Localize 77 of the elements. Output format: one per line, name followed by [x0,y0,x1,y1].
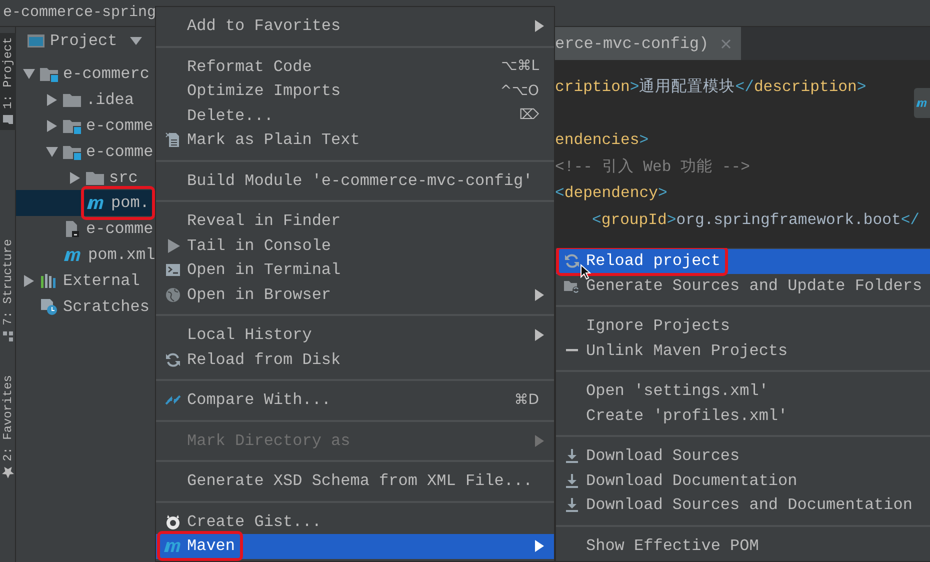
terminal-icon [165,262,181,278]
download-icon [564,497,580,514]
module-folder-icon [39,66,59,82]
shortcut-label: ⌦ [519,106,539,126]
code-line: <dependency> [555,183,668,204]
module-folder-icon [62,144,82,160]
menu-item[interactable]: Mark as Plain Text [156,128,554,152]
floating-toolbar[interactable] [914,88,930,118]
code-line: cription>通用配置模块</description> [555,77,868,98]
star-icon [2,466,14,479]
code-line: <!-- 引入 Web 功能 --> [555,156,752,178]
dropdown-caret-icon [130,36,142,45]
tree-item[interactable]: .idea [16,86,155,113]
refresh-icon [165,352,181,368]
refresh-icon [564,253,580,270]
menu-item[interactable]: Download Sources [556,444,930,468]
menu-item[interactable]: Show Effective POM [556,534,930,558]
mouse-cursor-icon [580,264,591,280]
menu-item[interactable]: Reload from Disk [156,348,554,372]
menu-item[interactable]: Open in Browser [156,282,554,307]
folder-icon [85,170,105,186]
menu-item[interactable]: Download Documentation [556,468,930,493]
module-folder-icon [62,118,82,134]
folder-icon [2,114,14,126]
tool-window-tab[interactable]: 1: Project [0,33,16,130]
tree-item[interactable]: e-comme [16,216,155,242]
document-icon [165,132,181,148]
menu-item[interactable]: Open 'settings.xml' [556,379,930,404]
shortcut-label: ⌘D [514,390,539,410]
menu-item[interactable]: Optimize Imports ^⌥O [156,79,554,104]
tree-item[interactable]: Scratches [16,294,155,320]
panel-title: Project [50,31,118,52]
menu-item[interactable]: Maven [156,534,554,558]
tree-arrow-icon[interactable] [47,120,57,132]
tree-item[interactable]: e-commerc [16,61,155,87]
code-line: <groupId>org.springframework.boot</ [592,210,921,231]
menu-item[interactable]: Open in Terminal [156,258,554,282]
tool-window-tab[interactable]: 7: Structure [0,235,16,346]
tree-arrow-icon[interactable] [47,94,57,106]
menu-item[interactable]: Reveal in Finder [156,209,554,234]
shortcut-label: ^⌥O [500,82,539,101]
cat-icon [165,514,181,530]
tree-item[interactable]: src [16,164,155,190]
menu-item[interactable]: Generate Sources and Update Folders [556,274,930,298]
menu-item[interactable]: Delete... ⌦ [156,104,554,128]
shortcut-label: ⌥⌘L [501,57,539,76]
download-icon [564,472,580,489]
tree-arrow-icon[interactable] [24,275,34,288]
folder-icon [62,92,82,108]
play-icon [165,238,181,254]
scratch-file-icon [39,298,59,315]
tree-item[interactable]: e-comme [16,138,155,165]
tree-arrow-icon[interactable] [70,172,80,184]
menu-item[interactable]: Local History [156,323,554,348]
menu-item[interactable]: Ignore Projects [556,314,930,338]
structure-icon [2,330,14,342]
close-icon [720,38,731,48]
menu-item[interactable]: Reload project [556,249,930,274]
menu-item[interactable]: Tail in Console [156,234,554,258]
menu-item[interactable]: Unlink Maven Projects [556,338,930,363]
menu-item[interactable]: Create Gist... [156,510,554,534]
globe-icon [165,286,181,303]
tool-window-tab[interactable]: 2: Favorites [0,371,16,483]
code-line: endencies> [555,130,650,152]
tree-item[interactable]: pom.xml [16,242,155,268]
menu-item[interactable]: Build Module 'e-commerce-mvc-config' [156,168,554,193]
project-icon [27,33,45,49]
menu-item[interactable]: Generate XSD Schema from XML File... [156,469,554,494]
menu-item[interactable]: Create 'profiles.xml' [556,404,930,428]
tree-arrow-icon[interactable] [23,68,35,79]
tree-item[interactable]: External [16,268,155,294]
menu-item[interactable]: Compare With... ⌘D [156,388,554,412]
tree-item[interactable]: e-comme [16,112,155,139]
download-icon [564,448,580,464]
minus-icon [566,349,578,352]
menu-item[interactable]: Download Sources and Documentation [556,493,930,518]
tree-arrow-icon[interactable] [46,146,58,157]
